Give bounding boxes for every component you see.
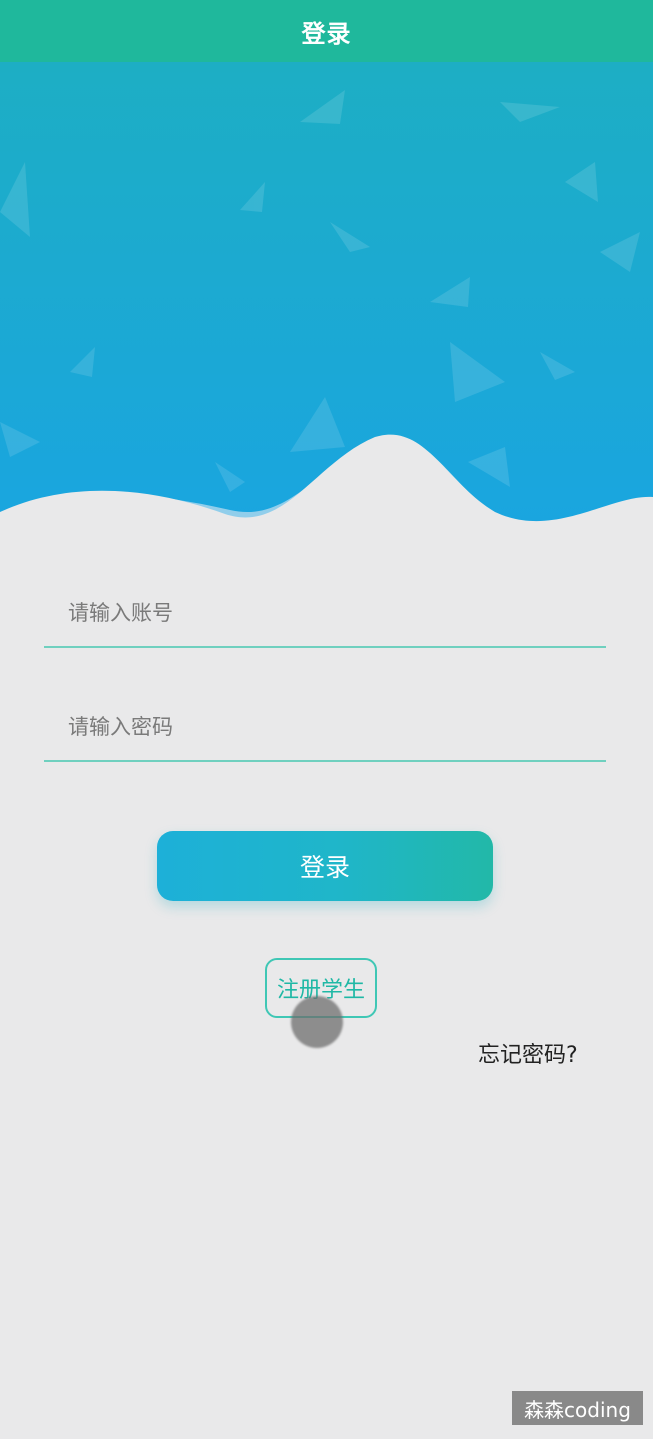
login-page: 登录 请输入账号 登录 注册学生 忘记密码? 森森coding <box>0 0 653 1439</box>
app-header: 登录 <box>0 0 653 62</box>
video-watermark: 森森coding <box>512 1391 643 1425</box>
account-input[interactable] <box>66 592 590 634</box>
login-button[interactable]: 登录 <box>157 831 493 901</box>
account-field[interactable] <box>44 580 606 648</box>
forgot-password-link[interactable]: 忘记密码? <box>478 1037 578 1069</box>
page-title: 登录 <box>301 19 352 48</box>
password-input[interactable] <box>66 706 590 748</box>
password-field[interactable] <box>44 694 606 762</box>
hero-wave-background <box>0 62 653 562</box>
touch-indicator <box>291 996 343 1048</box>
